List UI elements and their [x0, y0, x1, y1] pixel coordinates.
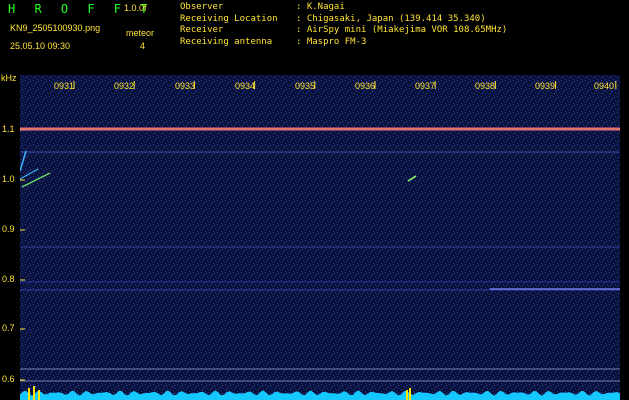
signal-spike	[38, 390, 40, 400]
y-tick-0-6: 0.6	[2, 374, 15, 384]
signal-spike	[28, 388, 30, 400]
y-tick-0-8: 0.8	[2, 274, 15, 284]
spectrogram-svg	[20, 75, 620, 400]
observer-row: Observer : K.Nagai	[180, 2, 507, 14]
header-panel: H R O F F T 1.0.0f KN9_2505100930.png me…	[0, 0, 629, 72]
antenna-row: Receiving antenna : Maspro FM-3	[180, 37, 507, 49]
y-tick-0-9: 0.9	[2, 224, 15, 234]
station-info: Observer : K.Nagai Receiving Location : Ch…	[180, 2, 507, 49]
x-tick-0940: 0940	[594, 81, 615, 91]
spectrogram	[20, 75, 620, 400]
y-tick-0-7: 0.7	[2, 323, 15, 333]
x-tick-0937: 0937	[415, 81, 436, 91]
version-label: 1.0.0f	[124, 3, 147, 13]
x-tick-0935: 0935	[295, 81, 316, 91]
filename-label: KN9_2505100930.png	[10, 23, 101, 33]
antenna-label: Receiving antenna	[180, 37, 273, 48]
y-tick-1-1: 1.1	[2, 124, 15, 134]
y-axis-unit: kHz	[1, 73, 17, 83]
x-tick-0938: 0938	[475, 81, 496, 91]
observer-value: : K.Nagai	[296, 2, 345, 12]
x-tick-0936: 0936	[355, 81, 376, 91]
signal-spike	[409, 388, 411, 400]
observer-label: Observer	[180, 2, 224, 12]
signal-spike	[406, 390, 408, 400]
mode-label: meteor	[126, 28, 155, 38]
datetime-label: 25.05.10 09:30	[10, 41, 71, 51]
location-row: Receiving Location : Chigasaki, Japan (13…	[180, 14, 507, 26]
x-tick-0931: 0931	[54, 81, 75, 91]
antenna-value: : Maspro FM-3	[296, 37, 367, 48]
y-tick-1-0: 1.0	[2, 174, 15, 184]
noise-background	[20, 75, 620, 400]
receiver-value: : AirSpy mini (Miakejima VOR 108.65MHz)	[296, 25, 508, 36]
location-label: Receiving Location	[180, 13, 278, 24]
mode-value: 4	[140, 41, 146, 51]
x-tick-0939: 0939	[535, 81, 556, 91]
receiver-label: Receiver	[180, 25, 224, 36]
signal-spike	[33, 386, 35, 400]
x-tick-0933: 0933	[175, 81, 196, 91]
location-value: : Chigasaki, Japan (139.414 35.340)	[296, 13, 486, 24]
x-tick-0934: 0934	[235, 81, 256, 91]
x-tick-0932: 0932	[114, 81, 135, 91]
receiver-row: Receiver : AirSpy mini (Miakejima VOR 108…	[180, 25, 507, 37]
